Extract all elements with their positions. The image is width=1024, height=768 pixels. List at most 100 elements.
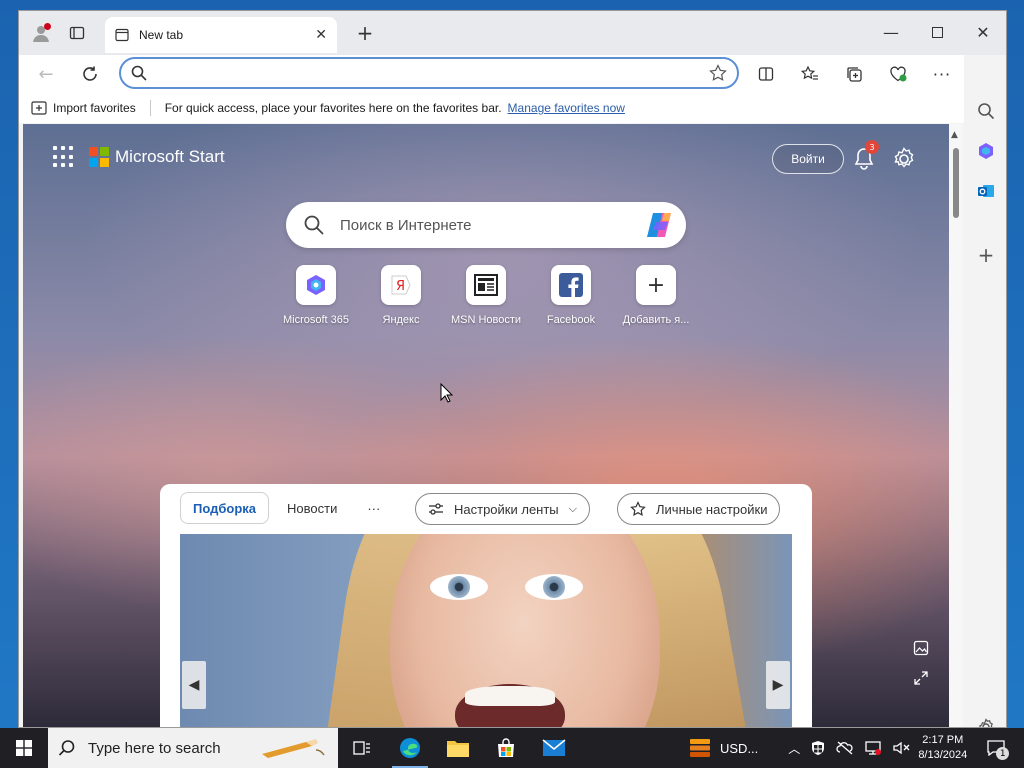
store-icon bbox=[498, 738, 514, 757]
quick-link-add[interactable]: + Добавить я... bbox=[611, 265, 701, 326]
split-screen-button[interactable] bbox=[751, 59, 781, 89]
maximize-icon bbox=[931, 26, 943, 38]
maximize-button[interactable] bbox=[915, 17, 959, 47]
news-feed: Подборка Новости ··· Настройки ленты ⌵ Л… bbox=[160, 484, 812, 727]
yandex-icon: Я bbox=[381, 265, 421, 305]
sliders-icon bbox=[429, 503, 443, 515]
tab-news[interactable]: Новости bbox=[275, 492, 349, 524]
microsoft-logo-icon bbox=[89, 147, 109, 167]
taskbar-search-placeholder: Type here to search bbox=[88, 739, 221, 757]
collections-button[interactable] bbox=[839, 59, 869, 89]
gear-icon bbox=[979, 718, 993, 727]
feed-tabs: Подборка Новости ··· bbox=[180, 492, 392, 524]
notification-badge: 3 bbox=[865, 140, 879, 154]
new-tab-page-icon bbox=[115, 28, 129, 42]
taskbar-store-button[interactable] bbox=[482, 728, 530, 768]
tab-actions-button[interactable] bbox=[65, 21, 89, 45]
tab-new-tab[interactable]: New tab ✕ bbox=[105, 17, 337, 53]
taskbar-edge-button[interactable] bbox=[386, 728, 434, 768]
refresh-icon bbox=[83, 66, 97, 81]
taskbar-mail-button[interactable] bbox=[530, 728, 578, 768]
edge-sidebar: + bbox=[964, 55, 1006, 727]
favorites-bar: Import favorites For quick access, place… bbox=[19, 93, 1006, 123]
sidebar-add-button[interactable]: + bbox=[974, 243, 998, 267]
microsoft-365-icon bbox=[296, 265, 336, 305]
quick-link-microsoft-365[interactable]: Microsoft 365 bbox=[271, 265, 361, 326]
sidebar-outlook-button[interactable] bbox=[974, 179, 998, 203]
cloud-off-icon[interactable] bbox=[836, 740, 854, 756]
browser-window: New tab ✕ + — ✕ ← ··· Import favorites F… bbox=[18, 10, 1007, 728]
carousel-next-button[interactable]: ▶ bbox=[766, 661, 790, 709]
taskbar-explorer-button[interactable] bbox=[434, 728, 482, 768]
web-search-box[interactable] bbox=[286, 202, 686, 248]
task-view-button[interactable] bbox=[338, 728, 386, 768]
mail-icon bbox=[542, 739, 566, 756]
address-input[interactable] bbox=[155, 65, 709, 81]
network-icon[interactable] bbox=[864, 740, 882, 756]
carousel-prev-button[interactable]: ◀ bbox=[182, 661, 206, 709]
more-menu-button[interactable]: ··· bbox=[927, 59, 957, 89]
new-tab-button[interactable]: + bbox=[353, 21, 377, 45]
web-search-input[interactable] bbox=[340, 216, 644, 234]
volume-muted-icon[interactable] bbox=[892, 740, 910, 756]
sidebar-m365-button[interactable] bbox=[974, 139, 998, 163]
currency-widget[interactable]: USD... bbox=[688, 737, 758, 759]
tab-more[interactable]: ··· bbox=[355, 492, 392, 524]
shield-icon[interactable] bbox=[810, 740, 826, 756]
favorites-button[interactable] bbox=[795, 59, 825, 89]
tab-featured[interactable]: Подборка bbox=[180, 492, 270, 524]
favorite-star-icon[interactable] bbox=[709, 64, 727, 82]
apps-grid-icon[interactable] bbox=[53, 146, 75, 168]
chevron-right-icon: ▶ bbox=[772, 677, 784, 693]
feed-settings-button[interactable]: Настройки ленты ⌵ bbox=[415, 493, 590, 525]
profile-button[interactable] bbox=[29, 21, 53, 45]
manage-favorites-link[interactable]: Manage favorites now bbox=[508, 101, 625, 115]
chevron-up-icon[interactable]: ︿ bbox=[788, 740, 800, 757]
quick-link-yandex[interactable]: Я Яндекс bbox=[356, 265, 446, 326]
quick-link-msn-news[interactable]: MSN Новости bbox=[441, 265, 531, 326]
start-button[interactable] bbox=[0, 728, 48, 768]
chevron-down-icon: ⌵ bbox=[568, 502, 577, 515]
svg-text:Я: Я bbox=[396, 279, 405, 294]
quick-link-facebook[interactable]: Facebook bbox=[526, 265, 616, 326]
search-icon bbox=[304, 215, 324, 235]
import-favorites-button[interactable]: Import favorites bbox=[53, 101, 136, 115]
close-window-button[interactable]: ✕ bbox=[961, 17, 1005, 47]
clock-date: 8/13/2024 bbox=[918, 749, 968, 761]
quick-link-label: Яндекс bbox=[382, 314, 420, 326]
page-scrollbar[interactable]: ▲ bbox=[949, 124, 963, 727]
system-clock[interactable]: 2:17 PM 8/13/2024 bbox=[918, 733, 967, 763]
plus-icon: + bbox=[636, 265, 676, 305]
action-center-button[interactable]: 1 bbox=[981, 728, 1011, 768]
back-button[interactable]: ← bbox=[31, 59, 61, 89]
copilot-icon[interactable] bbox=[644, 209, 676, 241]
task-view-icon bbox=[353, 741, 370, 755]
address-bar[interactable] bbox=[119, 57, 739, 89]
scrollbar-thumb[interactable] bbox=[953, 148, 959, 218]
taskbar-search[interactable]: Type here to search bbox=[48, 728, 338, 768]
feed-settings-label: Настройки ленты bbox=[454, 501, 559, 517]
mouse-cursor-icon bbox=[440, 383, 454, 403]
outlook-icon bbox=[978, 185, 994, 197]
hero-image[interactable]: ◀ ▶ bbox=[180, 534, 792, 727]
expand-icon[interactable] bbox=[913, 670, 929, 686]
signin-button[interactable]: Войти bbox=[772, 144, 844, 174]
favbar-divider bbox=[149, 100, 151, 116]
chevron-left-icon: ◀ bbox=[188, 677, 200, 693]
background-image-icon[interactable] bbox=[913, 640, 929, 656]
browser-essentials-button[interactable] bbox=[883, 59, 913, 89]
refresh-button[interactable] bbox=[75, 59, 105, 89]
favorites-list-icon bbox=[801, 65, 818, 80]
sidebar-settings-button[interactable] bbox=[974, 715, 998, 727]
minimize-button[interactable]: — bbox=[869, 17, 913, 47]
sidebar-search-button[interactable] bbox=[974, 99, 998, 123]
edge-icon bbox=[400, 738, 420, 758]
back-arrow-icon: ← bbox=[38, 63, 54, 85]
search-icon bbox=[58, 740, 75, 756]
personal-settings-button[interactable]: Личные настройки bbox=[617, 493, 781, 525]
quick-link-label: MSN Новости bbox=[450, 314, 522, 326]
scroll-up-icon[interactable]: ▲ bbox=[951, 130, 958, 140]
gear-icon[interactable] bbox=[891, 146, 917, 172]
close-tab-icon[interactable]: ✕ bbox=[315, 27, 327, 43]
brand-title: Microsoft Start bbox=[115, 147, 225, 166]
